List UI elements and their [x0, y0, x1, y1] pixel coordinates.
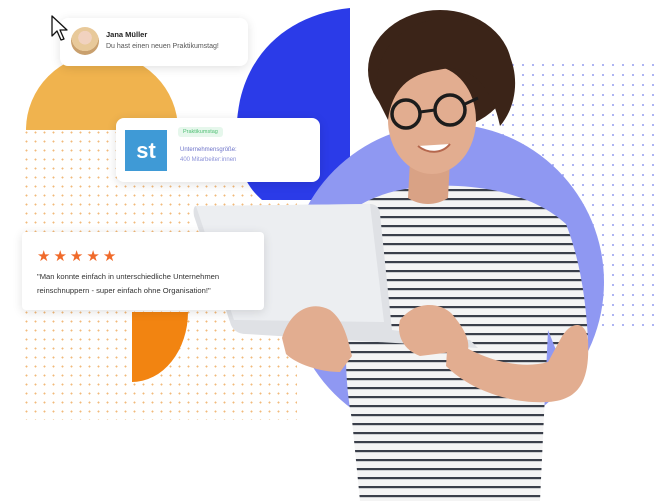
- star-icon: ★: [53, 248, 70, 265]
- company-card[interactable]: st Praktikumstag Unternehmensgröße: 400 …: [116, 118, 320, 182]
- rating-stars: ★★★★★: [37, 247, 119, 265]
- company-logo: st: [125, 130, 167, 171]
- star-icon: ★: [69, 248, 87, 265]
- company-logo-text: st: [136, 137, 156, 163]
- star-icon: ★: [37, 248, 54, 265]
- company-size-label: Unternehmensgröße:: [180, 147, 237, 153]
- star-icon: ★: [86, 248, 103, 265]
- notification-name: Jana Müller: [106, 30, 148, 39]
- avatar: [71, 27, 99, 55]
- status-badge: Praktikumstag: [178, 127, 223, 137]
- star-icon: ★: [102, 248, 120, 265]
- company-size-value: 400 Mitarbeiter:innen: [180, 157, 237, 163]
- notification-message: Du hast einen neuen Praktikumstag!: [106, 43, 219, 50]
- mouse-cursor-icon: [51, 15, 68, 41]
- review-quote: "Man konnte einfach in unterschiedliche …: [37, 272, 220, 295]
- review-card: ★★★★★ "Man konnte einfach in unterschied…: [22, 232, 264, 310]
- notification-card[interactable]: Jana Müller Du hast einen neuen Praktiku…: [60, 18, 248, 66]
